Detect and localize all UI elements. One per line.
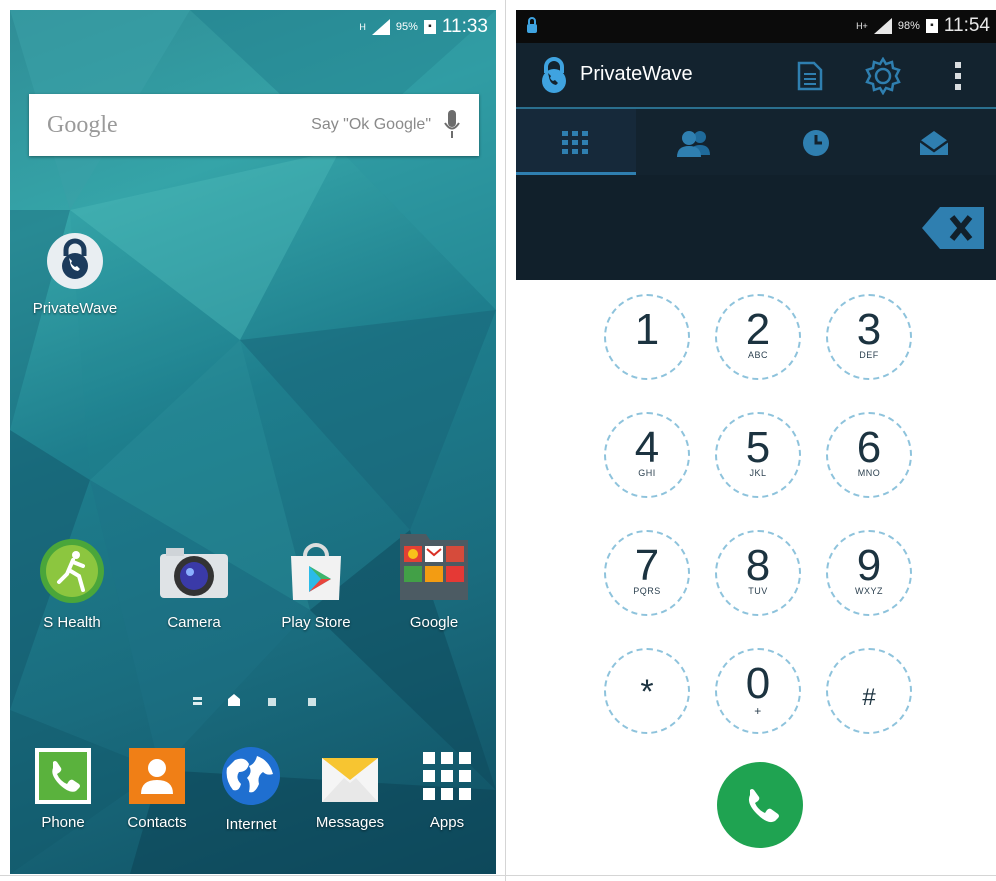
app-google-folder[interactable]: Google xyxy=(384,528,484,631)
contacts-icon xyxy=(677,131,710,157)
network-type: H xyxy=(359,21,366,32)
backspace-icon[interactable] xyxy=(922,207,984,249)
home-screen: H 95% ▪ 11:33 Google Say "Ok Google" Pri… xyxy=(10,10,496,874)
dock-internet[interactable]: Internet xyxy=(208,746,294,833)
tab-dialpad[interactable] xyxy=(516,109,636,177)
app-s-health[interactable]: S Health xyxy=(22,538,122,631)
overflow-menu-icon[interactable] xyxy=(954,61,962,91)
clock: 11:54 xyxy=(943,15,990,36)
key-2[interactable]: 2 ABC xyxy=(715,294,801,380)
messages-envelope-icon xyxy=(919,131,949,155)
app-label: Google xyxy=(409,614,459,631)
apps-grid-icon xyxy=(423,752,471,800)
status-bar: H+ 98% ▪ 11:54 xyxy=(516,10,996,43)
phone-icon xyxy=(35,748,91,804)
key-1[interactable]: 1 xyxy=(604,294,690,380)
key-6[interactable]: 6 MNO xyxy=(826,412,912,498)
key-0[interactable]: 0 + xyxy=(715,648,801,734)
privatewave-label: PrivateWave xyxy=(32,300,118,317)
s-health-icon xyxy=(40,539,104,603)
signal-icon xyxy=(371,19,390,35)
battery-percent: 98% xyxy=(897,20,920,32)
dock-apps[interactable]: Apps xyxy=(404,748,490,831)
key-3[interactable]: 3 DEF xyxy=(826,294,912,380)
app-label: Camera xyxy=(167,614,221,631)
key-8[interactable]: 8 TUV xyxy=(715,530,801,616)
key-hash[interactable]: # xyxy=(826,648,912,734)
battery-percent: 95% xyxy=(395,21,418,33)
app-play-store[interactable]: Play Store xyxy=(266,538,366,631)
play-store-icon xyxy=(291,543,341,600)
tab-contacts[interactable] xyxy=(636,109,756,177)
tab-recents[interactable] xyxy=(756,109,876,177)
google-search-bar[interactable]: Google Say "Ok Google" xyxy=(29,94,479,156)
panel-divider xyxy=(505,0,506,881)
app-label: S Health xyxy=(43,614,101,631)
tab-bar xyxy=(516,107,996,177)
app-bar: PrivateWave xyxy=(516,43,996,107)
voice-hint: Say "Ok Google" xyxy=(311,116,431,133)
tab-messages[interactable] xyxy=(876,109,996,177)
dock-contacts[interactable]: Contacts xyxy=(114,748,200,831)
phone-call-icon xyxy=(748,789,779,823)
key-5[interactable]: 5 JKL xyxy=(715,412,801,498)
app-title: PrivateWave xyxy=(580,63,693,85)
recents-clock-icon xyxy=(803,130,829,156)
number-display[interactable] xyxy=(516,175,996,280)
key-7[interactable]: 7 PQRS xyxy=(604,530,690,616)
dock-messages[interactable]: Messages xyxy=(302,748,398,831)
privatewave-icon xyxy=(47,233,103,289)
panel-bottom-border xyxy=(0,875,996,876)
key-4[interactable]: 4 GHI xyxy=(604,412,690,498)
privatewave-dialer: H+ 98% ▪ 11:54 PrivateWave 1 2 ABC 3 DEF… xyxy=(516,10,996,874)
dialpad-icon xyxy=(562,131,588,154)
clock: 11:33 xyxy=(441,16,488,37)
dock-label: Phone xyxy=(41,814,85,831)
page-indicator xyxy=(10,690,496,710)
signal-icon xyxy=(873,18,892,34)
dock-phone[interactable]: Phone xyxy=(20,748,106,831)
envelope-icon xyxy=(322,758,378,802)
status-bar: H 95% ▪ 11:33 xyxy=(10,10,496,46)
battery-icon: ▪ xyxy=(925,19,938,33)
privatewave-notification-icon xyxy=(527,17,537,33)
app-camera[interactable]: Camera xyxy=(144,538,244,631)
key-9[interactable]: 9 WXYZ xyxy=(826,530,912,616)
key-star[interactable]: * xyxy=(604,648,690,734)
call-button[interactable] xyxy=(717,762,803,848)
privatewave-shortcut[interactable]: PrivateWave xyxy=(20,232,130,317)
google-logo: Google xyxy=(47,112,118,138)
network-type: H+ xyxy=(856,21,868,31)
app-label: Play Store xyxy=(281,614,351,631)
battery-icon: ▪ xyxy=(423,20,436,34)
contacts-icon xyxy=(129,748,185,804)
camera-icon xyxy=(160,548,228,598)
google-folder-icon xyxy=(400,534,468,600)
dock-label: Apps xyxy=(429,814,465,831)
document-icon[interactable] xyxy=(796,61,824,91)
globe-icon xyxy=(222,747,280,805)
dock-label: Internet xyxy=(225,816,277,833)
mic-icon[interactable] xyxy=(443,110,461,140)
dock-label: Contacts xyxy=(127,814,187,831)
privatewave-logo-icon xyxy=(542,57,566,93)
settings-gear-icon[interactable] xyxy=(864,57,902,95)
dock-label: Messages xyxy=(315,814,385,831)
